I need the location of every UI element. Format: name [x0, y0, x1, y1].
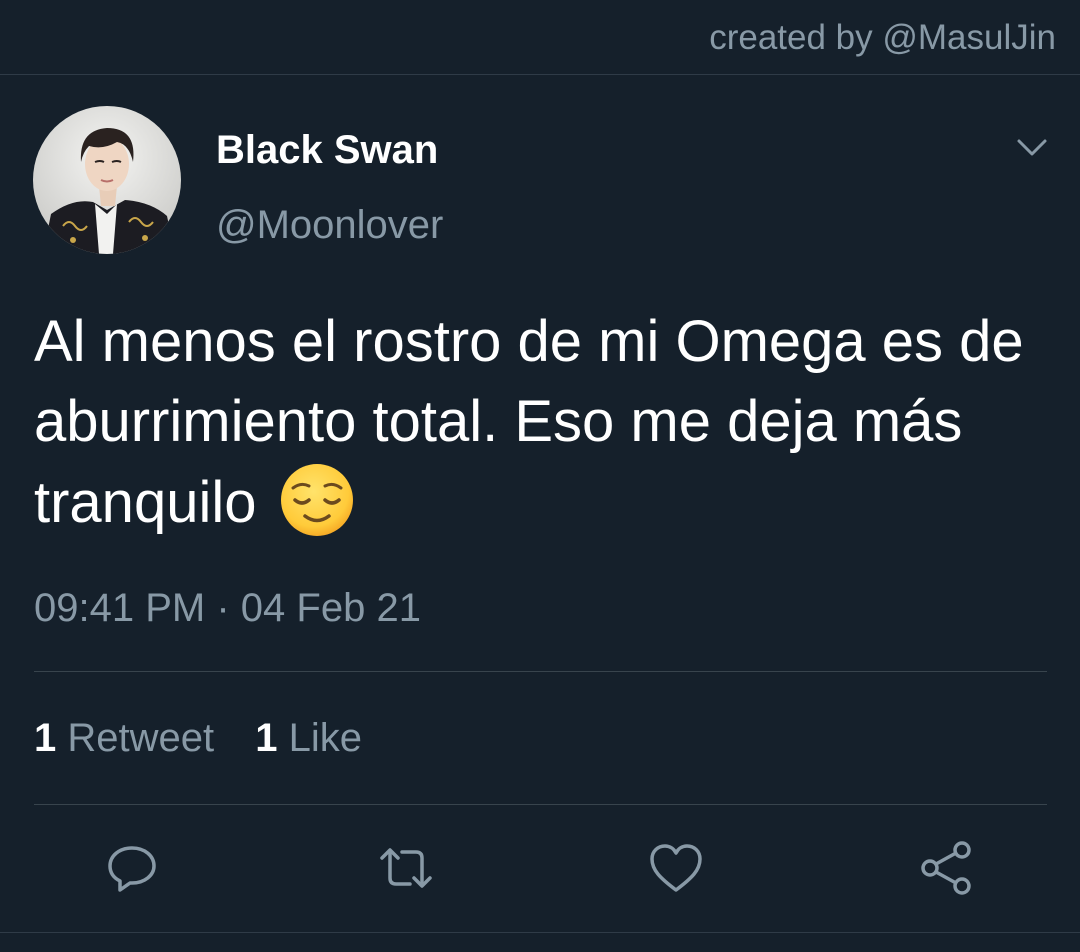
- likes-count: 1: [255, 716, 278, 760]
- reply-icon[interactable]: [102, 838, 162, 898]
- author-display-name[interactable]: Black Swan: [216, 128, 438, 173]
- avatar[interactable]: [33, 106, 181, 254]
- retweets-label: Retweet: [67, 716, 215, 760]
- retweets-count: 1: [34, 716, 57, 760]
- tweet-screenshot: created by @MasulJin Black Swan @Moonlov…: [0, 0, 1080, 952]
- tweet-time: 09:41 PM: [34, 586, 206, 630]
- retweet-icon[interactable]: [376, 838, 436, 898]
- author-handle[interactable]: @Moonlover: [216, 203, 443, 248]
- likes-label: Like: [288, 716, 363, 760]
- likes-stat[interactable]: 1 Like: [255, 716, 362, 760]
- tweet-timestamp[interactable]: 09:41 PM · 04 Feb 21: [34, 586, 421, 631]
- tweet-text: Al menos el rostro de mi Omega es de abu…: [34, 302, 1054, 543]
- share-icon[interactable]: [916, 838, 976, 898]
- relieved-face-emoji-icon: [279, 462, 355, 538]
- like-icon[interactable]: [646, 838, 706, 898]
- divider: [34, 804, 1047, 805]
- credit-text: created by @MasulJin: [709, 18, 1056, 57]
- divider: [34, 671, 1047, 672]
- avatar-photo-icon: [33, 106, 181, 254]
- retweets-stat[interactable]: 1 Retweet: [34, 716, 225, 760]
- chevron-down-icon[interactable]: [1014, 130, 1050, 166]
- tweet-stats: 1 Retweet 1 Like: [34, 716, 392, 761]
- tweet-body: Al menos el rostro de mi Omega es de abu…: [34, 309, 1024, 535]
- top-bar: created by @MasulJin: [0, 0, 1080, 75]
- bottom-divider: [0, 932, 1080, 933]
- timestamp-separator: ·: [216, 586, 230, 630]
- tweet-date: 04 Feb 21: [240, 586, 421, 630]
